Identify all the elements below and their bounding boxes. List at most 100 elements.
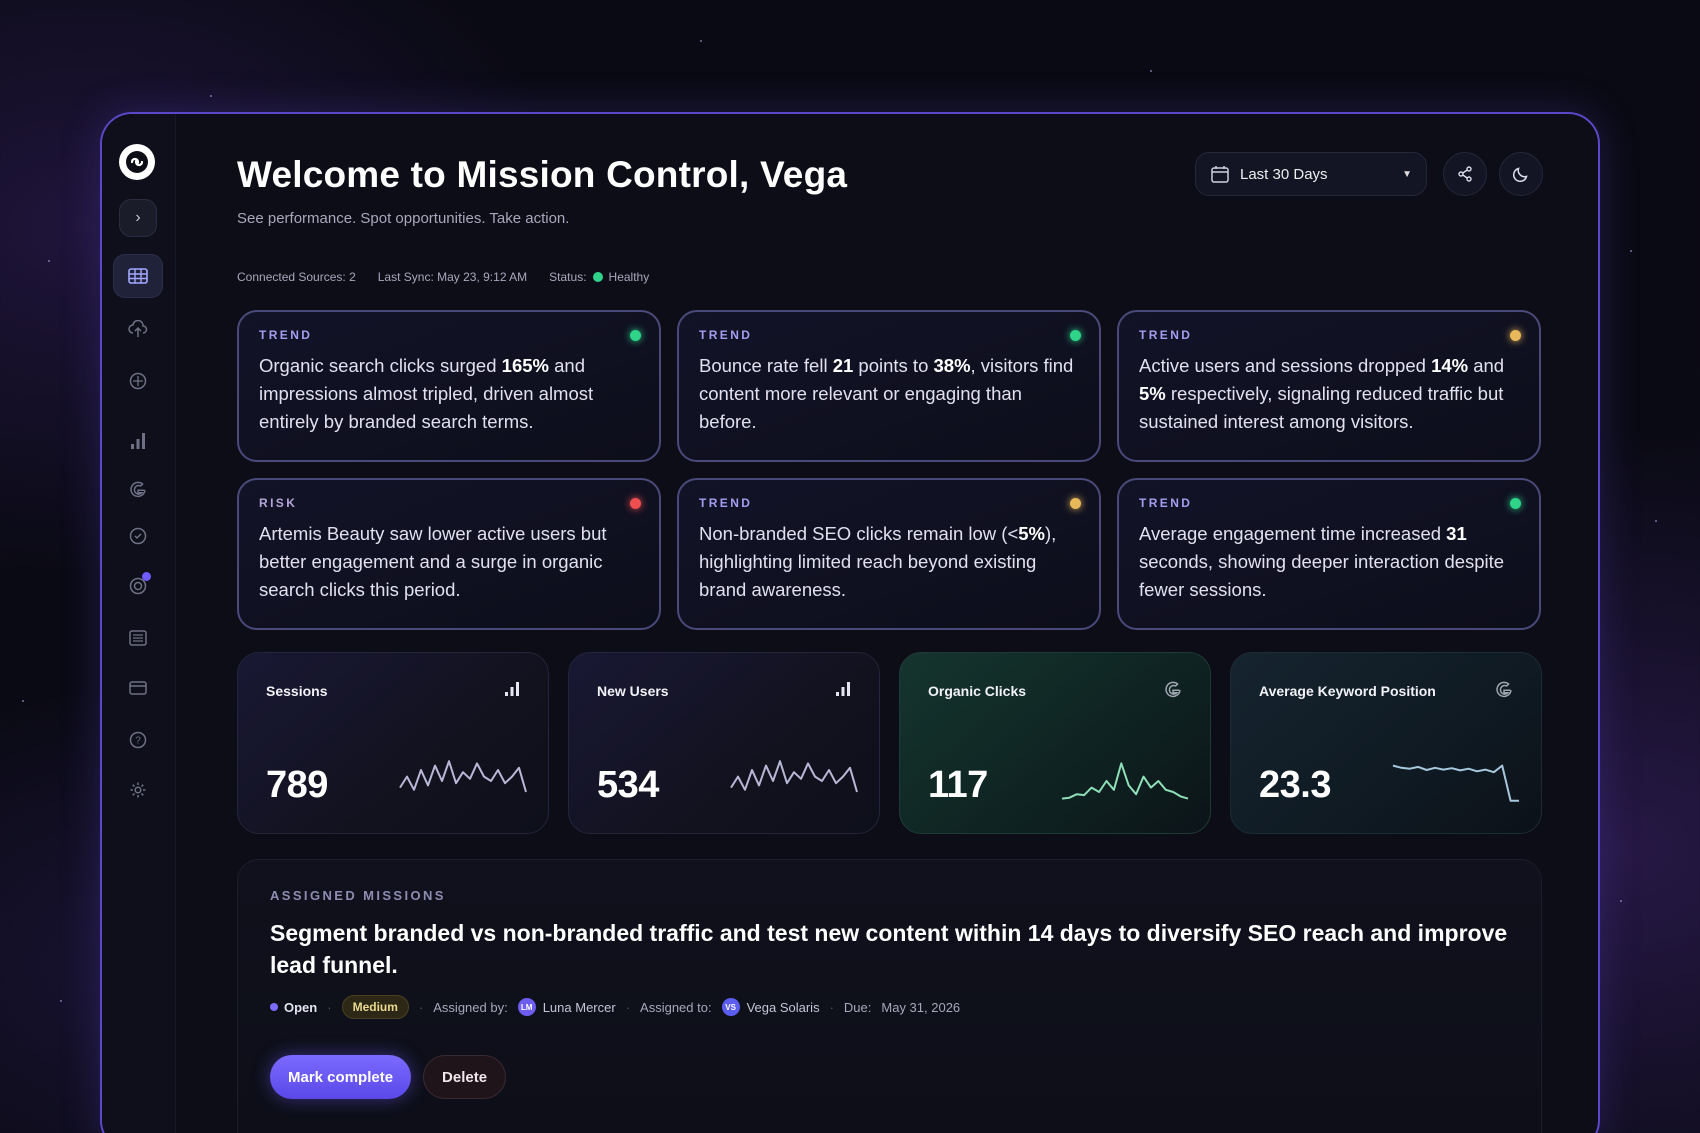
insight-status-dot <box>630 498 641 509</box>
metric-card-avg-keyword-position[interactable]: Average Keyword Position 23.3 <box>1230 652 1542 834</box>
delete-button[interactable]: Delete <box>423 1055 507 1099</box>
share-button[interactable] <box>1443 152 1487 196</box>
assigned-to-name: Vega Solaris <box>746 999 820 1015</box>
nav-google[interactable] <box>113 468 163 512</box>
status-value: Healthy <box>608 270 650 284</box>
page-title: Welcome to Mission Control, Vega <box>237 154 848 195</box>
separator: · <box>327 999 332 1015</box>
google-icon <box>1165 681 1181 698</box>
chevron-right-icon: › <box>135 209 141 226</box>
metric-sparkline <box>1061 762 1189 800</box>
separator: · <box>625 999 631 1015</box>
bar-chart-icon <box>836 682 850 696</box>
last-sync: Last Sync: May 23, 9:12 AM <box>377 270 528 284</box>
compass-icon <box>129 372 147 390</box>
nav-billing[interactable] <box>113 666 163 710</box>
help-icon: ? <box>129 731 147 749</box>
date-range-value: Last 30 Days <box>1240 165 1328 183</box>
priority-badge: Medium <box>341 995 409 1019</box>
insight-card[interactable]: TREND Average engagement time increased … <box>1117 478 1541 630</box>
metric-sparkline <box>1392 764 1519 802</box>
due-date: May 31, 2026 <box>881 999 961 1015</box>
metric-cards: Sessions 789 New Users 534 Organic Click… <box>237 652 1542 834</box>
metric-card-sessions[interactable]: Sessions 789 <box>237 652 549 834</box>
metric-sparkline <box>730 760 858 793</box>
bar-chart-icon <box>505 682 519 696</box>
sparkline-path <box>399 760 527 793</box>
insight-text: Active users and sessions dropped 14% an… <box>1139 355 1505 432</box>
insight-tag: TREND <box>1139 328 1193 342</box>
metric-value: 534 <box>597 764 659 806</box>
insight-status-dot <box>1070 330 1081 341</box>
nav-reports[interactable] <box>113 616 163 660</box>
assigned-by-name: Luna Mercer <box>542 999 616 1015</box>
insight-text: Non-branded SEO clicks remain low (<5%),… <box>699 523 1057 600</box>
date-range-select[interactable]: Last 30 Days ▼ <box>1195 152 1427 196</box>
nav-help[interactable]: ? <box>113 718 163 762</box>
logo-icon <box>126 151 148 173</box>
theme-toggle-button[interactable] <box>1499 152 1543 196</box>
nav-explore[interactable] <box>113 359 163 403</box>
status-dot <box>592 272 603 282</box>
assigned-to[interactable]: VS Vega Solaris <box>721 998 820 1016</box>
metric-value: 789 <box>266 764 328 806</box>
nav-upload[interactable] <box>113 307 163 351</box>
list-icon <box>129 630 147 646</box>
status-text: Open <box>284 999 318 1015</box>
insight-status-dot <box>1510 498 1521 509</box>
insight-tag: TREND <box>1139 496 1193 510</box>
mark-complete-button[interactable]: Mark complete <box>270 1055 412 1099</box>
insight-text: Artemis Beauty saw lower active users bu… <box>259 523 607 600</box>
sidebar: › ? <box>102 114 176 1133</box>
moon-icon <box>1512 167 1528 183</box>
insight-tag: RISK <box>259 496 298 510</box>
card-icon <box>129 681 147 695</box>
insight-card[interactable]: TREND Active users and sessions dropped … <box>1117 310 1541 462</box>
metric-card-organic-clicks[interactable]: Organic Clicks 117 <box>899 652 1211 834</box>
share-icon <box>1458 166 1472 182</box>
sparkline-path <box>730 760 858 793</box>
expand-sidebar-button[interactable]: › <box>119 199 157 237</box>
metric-label: New Users <box>597 683 669 699</box>
nav-dashboard[interactable] <box>113 254 163 298</box>
insight-tag: TREND <box>699 496 753 510</box>
page-subtitle: See performance. Spot opportunities. Tak… <box>237 210 570 227</box>
svg-text:?: ? <box>135 736 141 747</box>
insight-card[interactable]: TREND Non-branded SEO clicks remain low … <box>677 478 1101 630</box>
separator: · <box>418 999 424 1015</box>
assigned-to-label: Assigned to: <box>640 999 712 1015</box>
nav-history[interactable] <box>113 514 163 558</box>
nav-settings[interactable] <box>113 768 163 812</box>
metric-label: Organic Clicks <box>928 683 1027 699</box>
google-icon <box>130 481 146 498</box>
metric-label: Average Keyword Position <box>1259 683 1436 699</box>
insight-text: Bounce rate fell 21 points to 38%, visit… <box>699 355 1074 432</box>
assigned-by[interactable]: LM Luna Mercer <box>517 998 616 1016</box>
notification-dot <box>142 572 151 581</box>
risk-card[interactable]: RISK Artemis Beauty saw lower active use… <box>237 478 661 630</box>
due-label: Due: <box>843 999 872 1015</box>
metric-sparkline <box>399 760 527 793</box>
status-badge: Open <box>270 1000 317 1015</box>
insight-tag: TREND <box>259 328 313 342</box>
status-indicator: Status: Healthy <box>549 270 649 284</box>
avatar: VS <box>721 998 740 1016</box>
metric-label: Sessions <box>266 683 328 699</box>
metric-value: 117 <box>928 764 988 806</box>
metric-card-new-users[interactable]: New Users 534 <box>568 652 880 834</box>
nav-analytics[interactable] <box>113 419 163 463</box>
logo[interactable] <box>119 144 155 180</box>
bar-chart-icon <box>131 433 145 449</box>
calendar-icon <box>1211 166 1229 183</box>
insight-card[interactable]: TREND Bounce rate fell 21 points to 38%,… <box>677 310 1101 462</box>
nav-missions[interactable] <box>113 564 163 608</box>
caret-down-icon: ▼ <box>1402 168 1412 180</box>
insight-text: Organic search clicks surged 165% and im… <box>259 355 594 432</box>
insight-status-dot <box>1510 330 1521 341</box>
status-label: Status: <box>549 270 587 284</box>
dashboard-icon <box>128 268 148 284</box>
insight-card[interactable]: TREND Organic search clicks surged 165% … <box>237 310 661 462</box>
google-icon <box>1496 681 1512 698</box>
sparkline-path <box>1061 762 1189 800</box>
sparkline-path <box>1392 764 1519 802</box>
